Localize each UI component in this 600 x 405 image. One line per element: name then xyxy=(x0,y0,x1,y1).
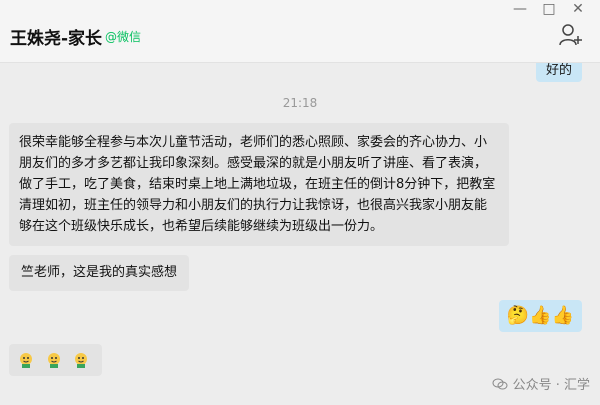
face-emoji-icon xyxy=(47,353,60,368)
minimize-button[interactable]: — xyxy=(508,0,532,18)
wechat-tag: @微信 xyxy=(105,30,142,44)
chat-header: 王姝尧-家长 @微信 — □ ✕ xyxy=(0,0,600,63)
maximize-button[interactable]: □ xyxy=(537,0,561,18)
message-timestamp: 21:18 xyxy=(282,96,318,110)
face-emoji-icon xyxy=(20,353,32,368)
chat-area[interactable]: 好的 21:18 很荣幸能够全程参与本次儿童节活动，老师们的悉心照顾、家委会的齐… xyxy=(0,63,600,405)
wechat-logo-icon xyxy=(492,378,508,389)
add-user-icon[interactable] xyxy=(558,22,584,48)
emoji-bubble-right[interactable]: 🤔👍👍 xyxy=(498,300,582,332)
thumbs-up-icon: 👍 xyxy=(551,305,574,326)
emoji-bubble-left[interactable] xyxy=(9,344,103,376)
chat-title: 王姝尧-家长 xyxy=(10,29,103,49)
face-emoji-icon xyxy=(75,353,88,368)
close-button[interactable]: ✕ xyxy=(566,0,590,18)
watermark-text: 公众号 · 汇学 xyxy=(512,378,590,393)
thumbs-up-icon: 👍 xyxy=(529,305,552,326)
message-bubble-partial: 好的 xyxy=(535,63,582,82)
watermark: 公众号 · 汇学 xyxy=(492,374,590,393)
thinking-emoji-icon: 🤔 xyxy=(506,305,530,326)
message-bubble-long[interactable]: 很荣幸能够全程参与本次儿童节活动，老师们的悉心照顾、家委会的齐心协力、小朋友们的… xyxy=(9,123,509,246)
message-bubble-short[interactable]: 竺老师，这是我的真实感想 xyxy=(9,255,190,291)
